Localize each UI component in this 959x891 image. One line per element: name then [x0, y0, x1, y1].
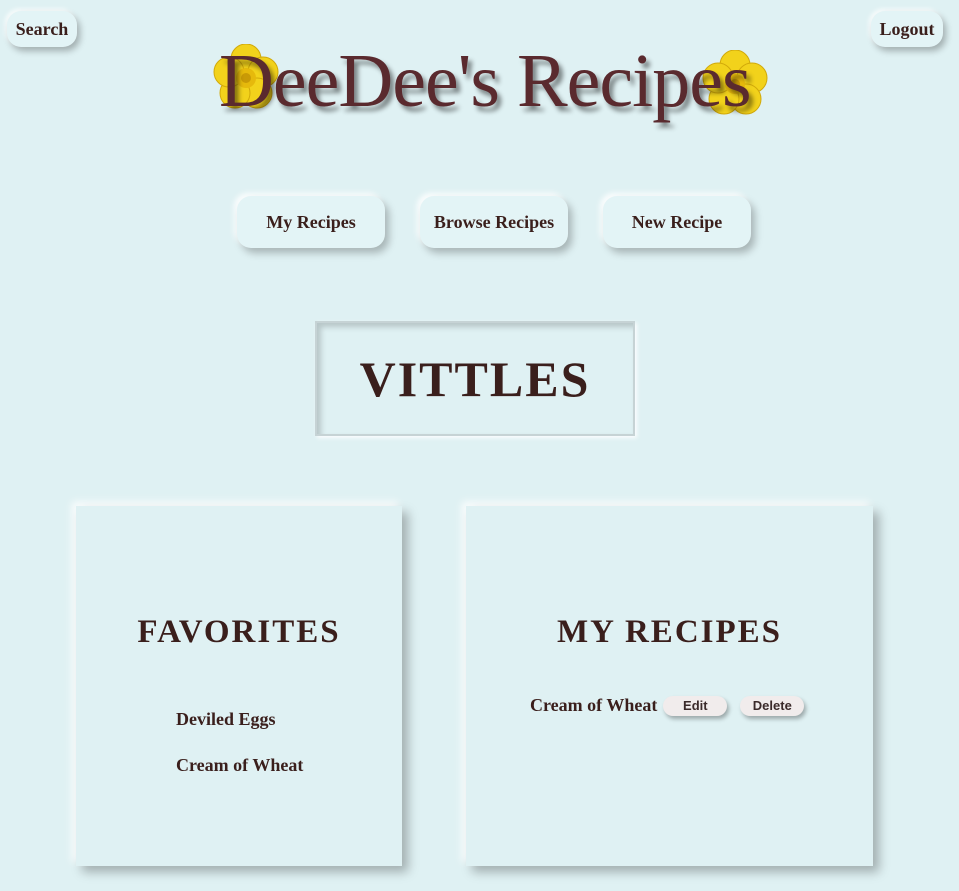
page-title-box: VITTLES [315, 321, 635, 436]
recipe-row: Cream of Wheat Edit Delete [530, 695, 805, 716]
delete-button[interactable]: Delete [740, 695, 805, 716]
favorites-panel: FAVORITES Deviled Eggs Cream of Wheat [76, 506, 402, 866]
favorites-heading: FAVORITES [137, 614, 341, 650]
favorites-list: Deviled Eggs Cream of Wheat [176, 709, 303, 801]
my-recipes-heading: MY RECIPES [556, 614, 783, 650]
nav-my-recipes-button[interactable]: My Recipes [237, 196, 385, 248]
page-title: VITTLES [359, 350, 591, 407]
search-button[interactable]: Search [7, 11, 77, 47]
recipe-name-cream-of-wheat[interactable]: Cream of Wheat [530, 695, 657, 716]
edit-button[interactable]: Edit [663, 695, 728, 716]
logo-text: DeeDee's Recipes [219, 39, 752, 123]
site-logo[interactable]: DeeDee's Recipes [205, 30, 785, 140]
nav-browse-recipes-button[interactable]: Browse Recipes [420, 196, 568, 248]
favorite-item-deviled-eggs[interactable]: Deviled Eggs [176, 709, 303, 755]
favorite-item-cream-of-wheat[interactable]: Cream of Wheat [176, 755, 303, 801]
nav-new-recipe-button[interactable]: New Recipe [603, 196, 751, 248]
logout-button[interactable]: Logout [871, 11, 943, 47]
my-recipes-panel: MY RECIPES Cream of Wheat Edit Delete [466, 506, 873, 866]
